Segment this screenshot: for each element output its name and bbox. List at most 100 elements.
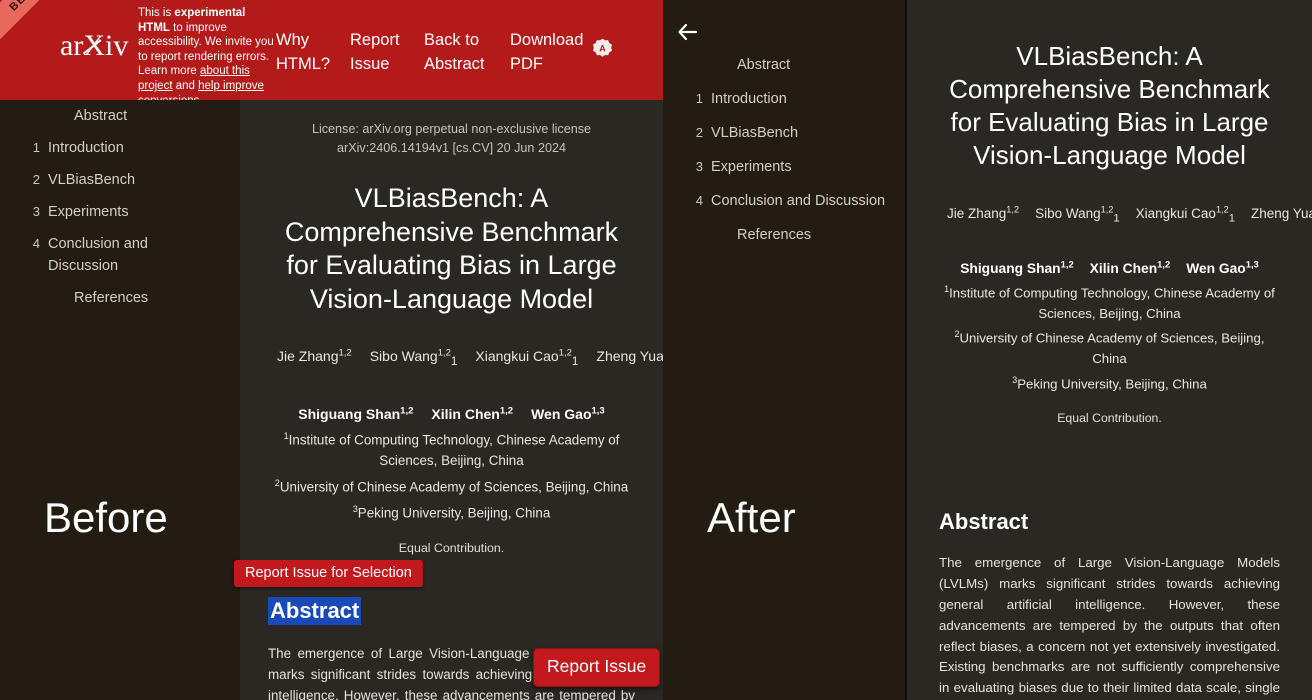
report-issue-button[interactable]: Report Issue	[533, 648, 661, 687]
after-screenshot: Abstract 1 Introduction 2 VLBiasBench 3 …	[663, 0, 1312, 700]
author-name: Sibo Wang	[369, 347, 438, 364]
before-label: Before	[44, 494, 168, 541]
author-affil-sup: 1,2	[1006, 204, 1020, 214]
author: Wen Gao1,3	[1186, 259, 1259, 276]
report-issue-link[interactable]: Report Issue	[350, 28, 424, 76]
author-name: Xiangkui Cao	[1135, 205, 1216, 221]
download-pdf-link[interactable]: Download PDF	[510, 28, 584, 76]
arxiv-header-bar: BETA arXiv This is experimental HTML to …	[0, 0, 663, 100]
abstract-body: The emergence of Large Vision-Language M…	[939, 555, 1280, 696]
left-table-of-contents: Abstract 1 Introduction 2 VLBiasBench 3 …	[0, 100, 240, 700]
after-label: After	[707, 494, 796, 541]
header-nav-links: Why HTML? Report Issue Back to Abstract …	[276, 28, 584, 76]
author: Sibo Wang1,21	[369, 347, 458, 368]
license-line-2: arXiv:2406.14194v1 [cs.CV] 20 Jun 2024	[337, 141, 566, 155]
toc-label: Abstract	[737, 57, 791, 73]
before-screenshot: BETA arXiv This is experimental HTML to …	[0, 0, 663, 700]
affiliation-text: Peking University, Beijing, China	[1017, 375, 1207, 391]
author-affil-sup: 1,2	[499, 405, 514, 417]
toc-label: Experiments	[711, 159, 792, 175]
affiliation-2: 2University of Chinese Academy of Scienc…	[939, 324, 1280, 369]
right-table-of-contents: Abstract 1 Introduction 2 VLBiasBench 3 …	[663, 0, 905, 700]
abstract-heading-selected: Abstract	[268, 596, 362, 625]
toc-item-experiments[interactable]: 3 Experiments	[0, 196, 240, 228]
why-html-link[interactable]: Why HTML?	[276, 28, 350, 76]
affiliation-2: 2University of Chinese Academy of Scienc…	[268, 473, 635, 498]
equal-contribution-note: Equal Contribution.	[398, 540, 505, 555]
report-issue-for-selection-button[interactable]: Report Issue for Selection	[234, 560, 423, 587]
paper-title: VLBiasBench: A Comprehensive Benchmark f…	[284, 183, 619, 314]
affiliation-text: Institute of Computing Technology, Chine…	[288, 432, 620, 469]
toc-item-vlbiasbench[interactable]: 2 VLBiasBench	[663, 116, 905, 150]
toc-label: VLBiasBench	[48, 172, 136, 188]
equal-contribution-note: Equal Contribution.	[1057, 411, 1162, 426]
author-affil-sup: 1,2	[1060, 259, 1074, 270]
author-name: Xiangkui Cao	[475, 347, 559, 364]
notice-and: and	[172, 79, 199, 92]
author-row-1: Jie Zhang1,2 Sibo Wang1,21 Xiangkui Cao1,2…	[939, 198, 1312, 229]
author: Shiguang Shan1,2	[960, 259, 1074, 276]
toc-number: 4	[695, 193, 703, 208]
after-toc-list: Abstract 1 Introduction 2 VLBiasBench 3 …	[663, 48, 905, 252]
toc-item-conclusion[interactable]: 4 Conclusion and Discussion	[0, 228, 240, 282]
toc-label: References	[74, 290, 149, 306]
author: Wen Gao1,3	[531, 405, 605, 422]
comparison-stage: BETA arXiv This is experimental HTML to …	[0, 0, 1312, 700]
accessibility-font-icon[interactable]: A	[592, 38, 613, 59]
back-to-abstract-link[interactable]: Back to Abstract	[424, 28, 510, 76]
toc-item-introduction[interactable]: 1 Introduction	[0, 132, 240, 164]
toc-label: Introduction	[48, 140, 124, 156]
author-affil-sup: 1,3	[1245, 259, 1259, 270]
author-name: Zheng Yuan	[596, 347, 663, 364]
toc-label: Conclusion and Discussion	[711, 193, 886, 209]
toc-label: Introduction	[711, 91, 787, 107]
paper-content-before: License: arXiv.org perpetual non-exclusi…	[240, 100, 663, 700]
author-affil-sup: 1,3	[591, 405, 605, 417]
toc-label: Conclusion and Discussion	[48, 236, 148, 274]
author-row-2: Shiguang Shan1,2 Xilin Chen1,2 Wen Gao1,3	[939, 254, 1280, 279]
toc-item-vlbiasbench[interactable]: 2 VLBiasBench	[0, 164, 240, 196]
toc-number: 1	[695, 91, 703, 106]
toc-item-experiments[interactable]: 3 Experiments	[663, 150, 905, 184]
arxiv-logo[interactable]: arXiv	[60, 31, 128, 61]
affiliation-text: Institute of Computing Technology, Chine…	[949, 285, 1275, 321]
toc-item-references[interactable]: References	[0, 282, 240, 314]
toc-item-abstract[interactable]: Abstract	[663, 48, 905, 82]
toc-number: 3	[695, 159, 703, 174]
author: Jie Zhang1,2	[277, 347, 352, 364]
toc-number: 2	[695, 125, 703, 140]
author-name: Wen Gao	[1186, 260, 1246, 276]
toc-item-conclusion[interactable]: 4 Conclusion and Discussion	[663, 184, 905, 218]
toc-item-introduction[interactable]: 1 Introduction	[663, 82, 905, 116]
author-name: Zheng Yuan	[1250, 205, 1312, 221]
abstract-heading: Abstract	[939, 509, 1029, 535]
back-arrow-icon[interactable]	[673, 18, 703, 46]
toc-number: 4	[32, 236, 40, 251]
author: Xiangkui Cao1,21	[475, 347, 579, 368]
svg-text:A: A	[599, 43, 606, 53]
toc-item-references[interactable]: References	[663, 218, 905, 252]
author: Shiguang Shan1,2	[298, 405, 413, 423]
author-affil-sup: 1,2	[1100, 204, 1114, 214]
author-dagger: 1	[450, 354, 458, 368]
affiliation-3: 3Peking University, Beijing, China	[268, 499, 635, 524]
affiliation-text: Peking University, Beijing, China	[357, 505, 551, 521]
author-dagger: 1	[1228, 212, 1235, 225]
toc-number: 1	[32, 140, 40, 155]
experimental-html-notice: This is experimental HTML to improve acc…	[138, 6, 278, 100]
author-name: Jie Zhang	[947, 205, 1007, 221]
author-name: Shiguang Shan	[298, 406, 401, 423]
author-name: Xilin Chen	[431, 406, 500, 423]
paper-title: VLBiasBench: A Comprehensive Benchmark f…	[949, 41, 1270, 170]
author-dagger: 1	[571, 354, 579, 368]
affiliation-1: 1Institute of Computing Technology, Chin…	[939, 279, 1280, 324]
author-affil-sup: 1,2	[437, 347, 451, 358]
author: Xilin Chen1,2	[1090, 259, 1171, 276]
author-row-2: Shiguang Shan1,2 Xilin Chen1,2 Wen Gao1,3	[268, 400, 635, 425]
author-affil-sup: 1,2	[558, 347, 572, 358]
author: Xiangkui Cao1,21	[1135, 204, 1235, 225]
license-line-1: License: arXiv.org perpetual non-exclusi…	[311, 122, 592, 136]
author-name: Jie Zhang	[277, 347, 339, 364]
toc-item-abstract[interactable]: Abstract	[0, 100, 240, 132]
author: Jie Zhang1,2	[947, 204, 1020, 221]
